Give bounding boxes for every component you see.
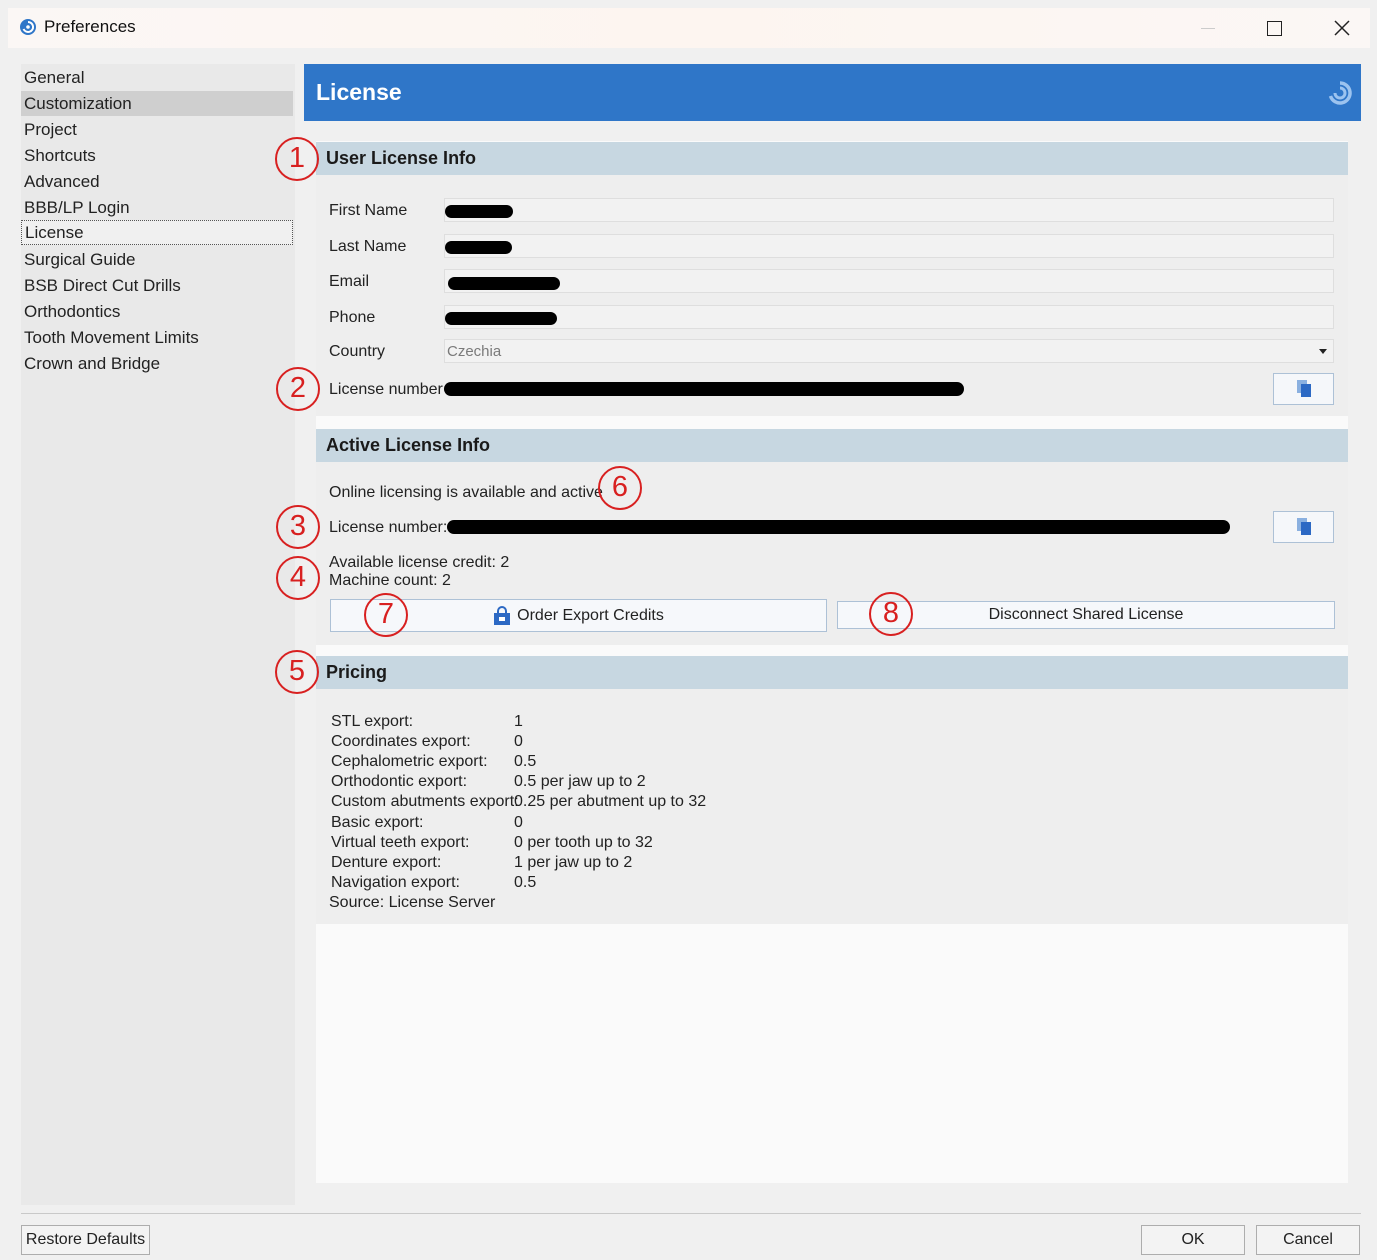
last-name-field[interactable] [444,234,1334,258]
sidebar-item-tooth-movement-limits[interactable]: Tooth Movement Limits [21,325,293,350]
annotation-marker-4: 4 [276,556,320,600]
redaction-mark [445,241,512,254]
sidebar-item-bbb-lp-login[interactable]: BBB/LP Login [21,195,293,220]
sidebar-item-customization[interactable]: Customization [21,91,293,116]
license-number-redacted [444,382,964,396]
country-select[interactable]: Czechia [444,339,1334,363]
pricing-label: Denture export: [331,854,442,871]
brand-logo-icon [1328,81,1352,105]
title-bar: Preferences [8,8,1370,48]
copy-icon [1296,380,1311,397]
copy-license-button[interactable] [1273,373,1334,405]
footer-divider [21,1213,1361,1214]
sidebar-item-bsb-direct-cut-drills[interactable]: BSB Direct Cut Drills [21,273,293,298]
window-title: Preferences [44,17,136,36]
first-name-label: First Name [329,202,408,219]
sidebar-item-advanced[interactable]: Advanced [21,169,293,194]
pricing-label: Coordinates export: [331,733,471,750]
annotation-marker-1: 1 [275,137,319,181]
sidebar-item-project[interactable]: Project [21,117,293,142]
page-header: License [304,64,1361,121]
sidebar-item-license[interactable]: License [21,220,293,245]
pricing-value: 0.5 per jaw up to 2 [514,773,646,790]
pricing-value: 0 [514,814,523,831]
pricing-value: 0.5 [514,753,537,770]
pricing-section-title: Pricing [316,656,1348,689]
active-license-number-label: License number: [329,519,448,536]
minimize-button[interactable] [1178,8,1238,48]
redaction-mark [445,312,557,325]
first-name-field[interactable] [444,198,1334,222]
preferences-sidebar: General Customization Project Shortcuts … [21,64,295,1205]
restore-defaults-button[interactable]: Restore Defaults [21,1225,150,1255]
pricing-value: 0.5 [514,874,537,891]
active-license-section-title: Active License Info [316,429,1348,462]
annotation-marker-2: 2 [276,367,320,411]
pricing-value: 0.25 per abutment up to 32 [514,793,707,810]
pricing-label: Cephalometric export: [331,753,488,770]
cancel-button[interactable]: Cancel [1256,1225,1360,1255]
machine-count: Machine count: 2 [329,572,451,589]
annotation-marker-3: 3 [276,505,320,549]
pricing-label: Navigation export: [331,874,460,891]
minimize-icon [1201,27,1215,29]
copy-icon [1296,518,1311,535]
sidebar-item-general[interactable]: General [21,65,293,90]
pricing-value: 0 per tooth up to 32 [514,834,653,851]
maximize-button[interactable] [1244,8,1304,48]
sidebar-item-shortcuts[interactable]: Shortcuts [21,143,293,168]
pricing-label: Basic export: [331,814,424,831]
annotation-marker-6: 6 [598,466,642,510]
pricing-label: Orthodontic export: [331,773,468,790]
pricing-label: Virtual teeth export: [331,834,470,851]
license-number-label: License number [329,381,443,398]
annotation-marker-8: 8 [869,592,913,636]
pricing-value: 0 [514,733,523,750]
disconnect-shared-license-label: Disconnect Shared License [988,606,1184,623]
page-title: License [316,79,402,105]
redaction-mark [445,205,513,218]
maximize-icon [1266,20,1282,36]
available-credit: Available license credit: 2 [329,554,510,571]
last-name-label: Last Name [329,238,407,255]
sidebar-item-surgical-guide[interactable]: Surgical Guide [21,247,293,272]
sidebar-item-orthodontics[interactable]: Orthodontics [21,299,293,324]
lock-bag-icon [494,605,511,625]
country-value: Czechia [447,343,502,360]
country-label: Country [329,343,386,360]
email-label: Email [329,273,370,290]
pricing-value: 1 [514,713,523,730]
pricing-label: STL export: [331,713,414,730]
user-license-section-title: User License Info [316,142,1348,175]
dropdown-arrow-icon [1319,349,1327,354]
app-logo-icon [20,19,36,35]
copy-active-license-button[interactable] [1273,511,1334,543]
pricing-source: Source: License Server [329,894,496,911]
sidebar-item-crown-and-bridge[interactable]: Crown and Bridge [21,351,293,376]
pricing-value: 1 per jaw up to 2 [514,854,633,871]
redaction-mark [448,277,560,290]
email-field[interactable] [444,269,1334,293]
active-license-number-redacted [447,520,1230,534]
close-button[interactable] [1312,8,1372,48]
phone-field[interactable] [444,305,1334,329]
phone-label: Phone [329,309,376,326]
annotation-marker-7: 7 [364,593,408,637]
order-export-credits-label: Order Export Credits [517,606,664,624]
licensing-status: Online licensing is available and active [329,484,603,501]
ok-button[interactable]: OK [1141,1225,1245,1255]
close-icon [1334,20,1350,36]
pricing-label: Custom abutments export: [331,793,519,810]
annotation-marker-5: 5 [275,650,319,694]
